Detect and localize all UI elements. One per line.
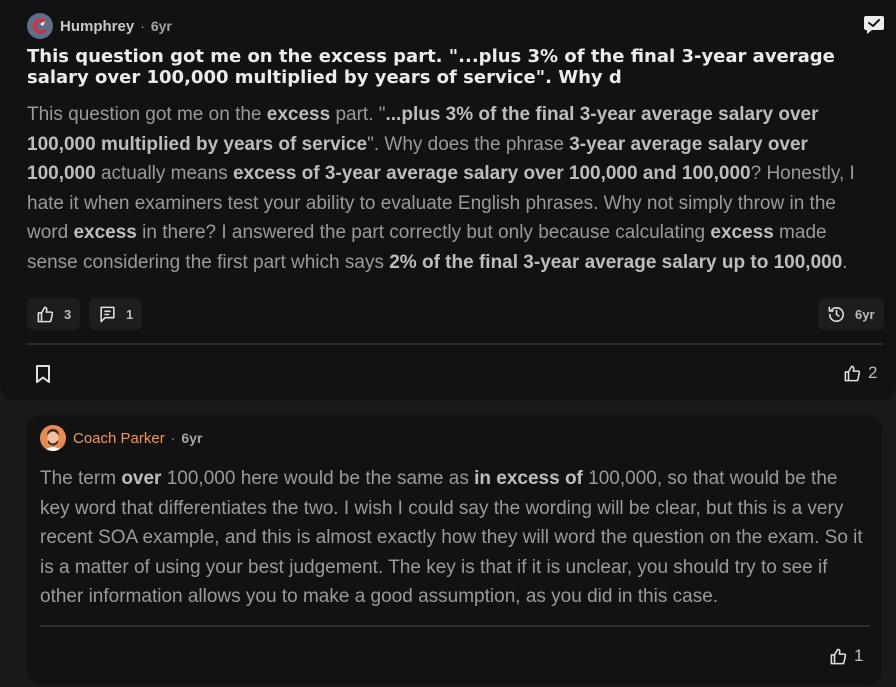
text-segment: ". Why does the phrase bbox=[367, 133, 570, 155]
post-body: This question got me on the excess part.… bbox=[27, 100, 872, 278]
reply-card: Coach Parker · 6yr The term over 100,000… bbox=[27, 415, 882, 685]
bold-text: excess of 3-year average salary over 100… bbox=[232, 163, 751, 185]
post-like-button[interactable]: 2 bbox=[843, 363, 877, 383]
text-segment: 100,000 here would be the same as bbox=[161, 468, 475, 489]
text-segment: actually means bbox=[95, 163, 233, 185]
like-count: 3 bbox=[64, 306, 72, 322]
comment-icon bbox=[100, 306, 115, 322]
magnet-logo-icon[interactable] bbox=[27, 13, 53, 39]
thumbs-up-icon bbox=[844, 365, 861, 381]
message-check-icon[interactable] bbox=[863, 15, 885, 35]
separator-dot: · bbox=[170, 430, 176, 446]
reply-age: 6yr bbox=[181, 430, 203, 446]
bold-text: in excess of bbox=[474, 468, 583, 489]
bold-text: over bbox=[121, 468, 162, 489]
comment-count: 1 bbox=[126, 306, 134, 322]
text-segment: in there? I answered the part correctly … bbox=[136, 222, 711, 244]
reply-like-count: 1 bbox=[854, 646, 864, 665]
history-age: 6yr bbox=[855, 306, 875, 322]
divider bbox=[27, 343, 883, 345]
reply-author-row: Coach Parker · 6yr bbox=[40, 425, 202, 451]
thumbs-up-icon bbox=[830, 648, 847, 664]
like-button[interactable]: 3 bbox=[27, 298, 81, 330]
text-segment: . bbox=[842, 251, 848, 273]
bold-text: 2% of the final 3-year average salary up… bbox=[389, 251, 843, 273]
bold-text: excess bbox=[73, 222, 137, 244]
text-segment: part. " bbox=[330, 104, 386, 125]
history-icon bbox=[828, 306, 844, 322]
reply-author-name[interactable]: Coach Parker bbox=[73, 430, 165, 447]
divider bbox=[40, 625, 870, 627]
bookmark-button[interactable] bbox=[34, 364, 52, 384]
comments-button[interactable]: 1 bbox=[89, 298, 143, 330]
text-segment: This question got me on the bbox=[27, 104, 267, 125]
avatar[interactable] bbox=[40, 425, 66, 451]
thumbs-up-icon bbox=[37, 306, 54, 322]
post-author-name[interactable]: Humphrey bbox=[60, 18, 134, 35]
post-age: 6yr bbox=[150, 18, 172, 34]
separator-dot: · bbox=[140, 18, 145, 34]
post-card: Humphrey · 6yr This question got me on t… bbox=[0, 0, 896, 400]
bookmark-icon bbox=[36, 365, 50, 383]
bold-text: excess bbox=[710, 222, 774, 244]
history-button[interactable]: 6yr bbox=[818, 298, 884, 330]
post-title: This question got me on the excess part.… bbox=[27, 46, 835, 88]
bold-text: excess bbox=[266, 104, 331, 125]
reply-like-button[interactable]: 1 bbox=[829, 646, 863, 666]
post-like-count: 2 bbox=[868, 363, 878, 382]
post-author-row: Humphrey · 6yr bbox=[27, 13, 172, 39]
text-segment: The term bbox=[40, 468, 122, 489]
reply-body: The term over 100,000 here would be the … bbox=[40, 464, 870, 612]
